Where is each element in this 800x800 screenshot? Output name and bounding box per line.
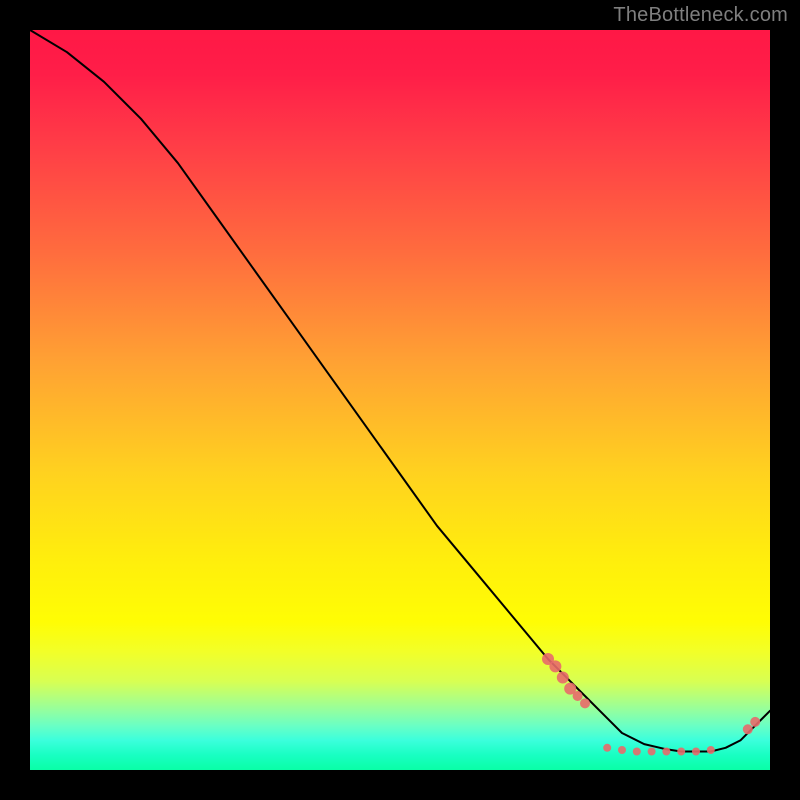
bottleneck-curve	[30, 30, 770, 752]
marker-bottom-4	[648, 748, 656, 756]
marker-cluster-descend-6	[580, 698, 590, 708]
marker-group	[542, 653, 760, 756]
marker-ascend-1	[743, 724, 753, 734]
marker-bottom-8	[707, 746, 715, 754]
marker-bottom-1	[603, 744, 611, 752]
marker-cluster-descend-3	[557, 672, 569, 684]
watermark-label: TheBottleneck.com	[613, 4, 788, 27]
curve-svg	[30, 30, 770, 770]
plot-area	[30, 30, 770, 770]
marker-cluster-descend-2	[549, 660, 561, 672]
marker-ascend-2	[750, 717, 760, 727]
marker-cluster-descend-5	[573, 691, 583, 701]
marker-bottom-6	[677, 748, 685, 756]
marker-bottom-7	[692, 748, 700, 756]
marker-bottom-5	[662, 748, 670, 756]
marker-bottom-3	[633, 748, 641, 756]
chart-stage: TheBottleneck.com	[0, 0, 800, 800]
marker-bottom-2	[618, 746, 626, 754]
